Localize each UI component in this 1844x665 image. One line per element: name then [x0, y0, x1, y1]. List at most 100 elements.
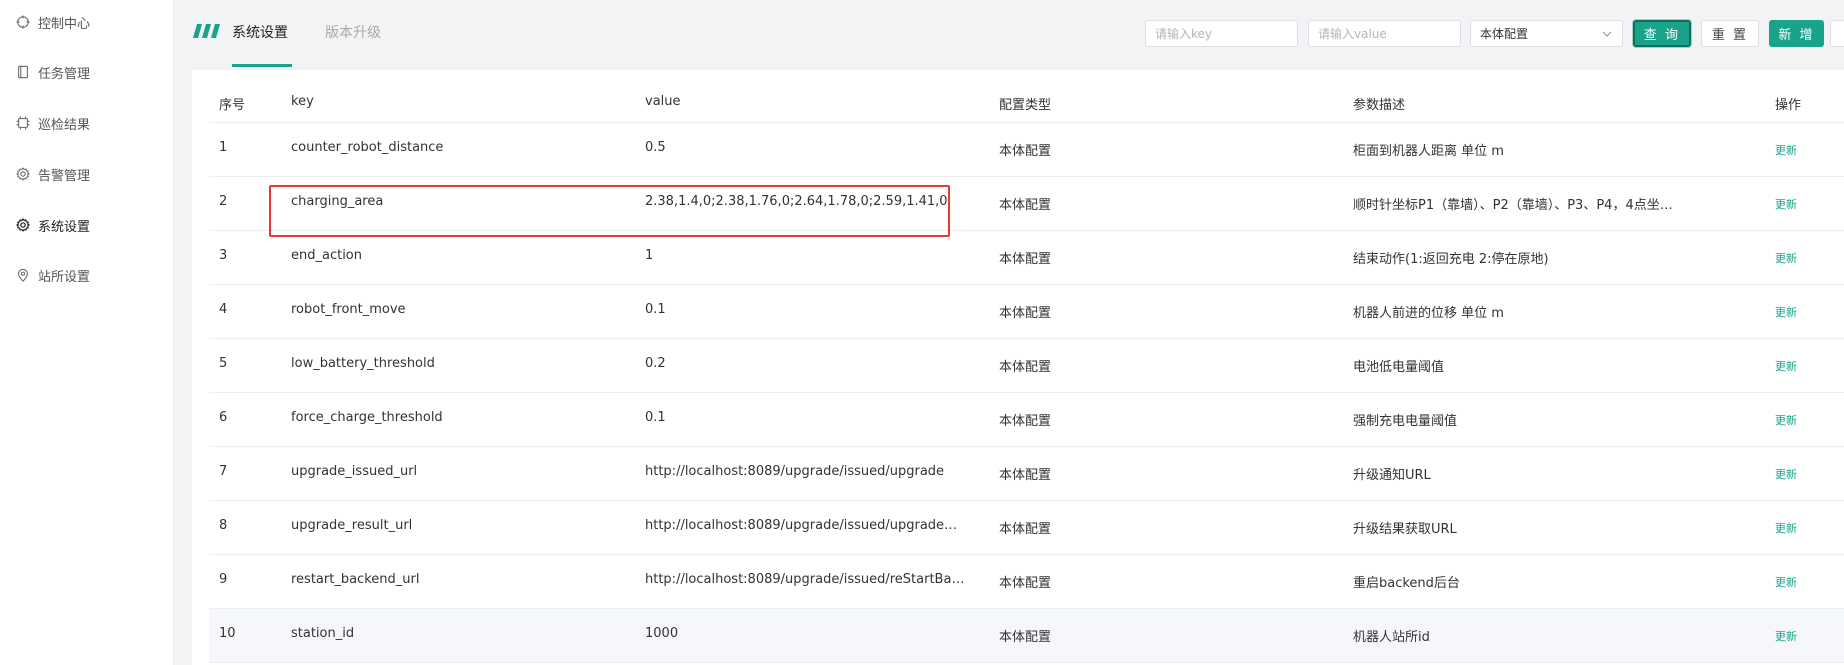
config-type-select[interactable]: 本体配置 [1470, 20, 1623, 47]
sidebar-item-task-management[interactable]: 任务管理 [15, 60, 90, 84]
sidebar-item-alarm-management[interactable]: 告警管理 [15, 162, 90, 186]
table-row[interactable]: 4 robot_front_move 0.1 本体配置 机器人前进的位移 单位 … [209, 285, 1844, 339]
column-header-key: key [291, 94, 314, 109]
more-button[interactable] [1830, 20, 1844, 47]
value-search-input[interactable] [1308, 20, 1461, 47]
cell-key: counter_robot_distance [291, 140, 444, 155]
cell-value: http://localhost:8089/upgrade/issued/upg… [645, 464, 945, 479]
cell-index: 8 [219, 518, 228, 533]
sidebar-item-label: 系统设置 [38, 219, 91, 235]
cell-key: low_battery_threshold [291, 356, 435, 371]
cell-key: charging_area [291, 194, 384, 209]
update-link[interactable]: 更新 [1775, 196, 1835, 212]
table-row[interactable]: 7 upgrade_issued_url http://localhost:80… [209, 447, 1844, 501]
cell-description: 升级结果获取URL [1353, 522, 1457, 537]
update-link[interactable]: 更新 [1775, 628, 1835, 644]
cell-key: robot_front_move [291, 302, 406, 317]
cell-key: restart_backend_url [291, 572, 420, 587]
add-button[interactable]: 新 增 [1769, 20, 1824, 47]
update-link[interactable]: 更新 [1775, 466, 1835, 482]
update-link[interactable]: 更新 [1775, 358, 1835, 374]
cell-description: 柜面到机器人距离 单位 m [1353, 144, 1504, 159]
table-row[interactable]: 5 low_battery_threshold 0.2 本体配置 电池低电量阈值… [209, 339, 1844, 393]
cell-key: force_charge_threshold [291, 410, 443, 425]
cell-key: upgrade_issued_url [291, 464, 418, 479]
table-row[interactable]: 3 end_action 1 本体配置 结束动作(1:返回充电 2:停在原地) … [209, 231, 1844, 285]
config-type-selected: 本体配置 [1480, 27, 1529, 41]
update-link[interactable]: 更新 [1775, 142, 1835, 158]
cell-description: 升级通知URL [1353, 468, 1431, 483]
cell-type: 本体配置 [999, 198, 1052, 213]
cell-value: 0.5 [645, 140, 666, 155]
cell-description: 电池低电量阈值 [1353, 360, 1445, 375]
cell-index: 7 [219, 464, 228, 479]
config-table-card: 序号 key value 配置类型 参数描述 操作 1 counter_robo… [192, 70, 1844, 665]
cell-index: 3 [219, 248, 228, 263]
query-button[interactable]: 查 询 [1633, 20, 1691, 47]
tab-version-upgrade[interactable]: 版本升级 [325, 22, 381, 46]
sidebar-item-inspection-results[interactable]: 巡检结果 [15, 111, 90, 135]
update-link[interactable]: 更新 [1775, 574, 1835, 590]
cell-index: 4 [219, 302, 228, 317]
table-header: 序号 key value 配置类型 参数描述 操作 [209, 84, 1844, 123]
cell-index: 2 [219, 194, 228, 209]
table-row[interactable]: 9 restart_backend_url http://localhost:8… [209, 555, 1844, 609]
active-tab-indicator [232, 64, 292, 67]
tab-system-settings[interactable]: 系统设置 [232, 22, 288, 46]
table-row[interactable]: 6 force_charge_threshold 0.1 本体配置 强制充电电量… [209, 393, 1844, 447]
cell-value: 1 [645, 248, 654, 263]
update-link[interactable]: 更新 [1775, 412, 1835, 428]
chevron-down-icon [1602, 31, 1612, 37]
cell-type: 本体配置 [999, 630, 1052, 645]
key-search-input[interactable] [1145, 20, 1298, 47]
cell-description: 机器人站所id [1353, 630, 1430, 645]
location-pin-icon [15, 267, 31, 283]
column-header-index: 序号 [219, 98, 246, 113]
cell-value: 1000 [645, 626, 679, 641]
main-content: 系统设置 版本升级 本体配置 查 询 重 置 新 增 序号 key value … [175, 0, 1844, 665]
cell-type: 本体配置 [999, 468, 1052, 483]
sidebar-item-station-settings[interactable]: 站所设置 [15, 263, 90, 287]
cell-type: 本体配置 [999, 414, 1052, 429]
cell-type: 本体配置 [999, 306, 1052, 321]
gear-icon [15, 166, 31, 182]
sidebar-item-system-settings[interactable]: 系统设置 [15, 213, 90, 237]
table-row[interactable]: 2 charging_area 2.38,1.4,0;2.38,1.76,0;2… [209, 177, 1844, 231]
column-header-description: 参数描述 [1353, 98, 1406, 113]
update-link[interactable]: 更新 [1775, 520, 1835, 536]
scan-icon [15, 115, 31, 131]
cell-index: 10 [219, 626, 236, 641]
cell-value: 2.38,1.4,0;2.38,1.76,0;2.64,1.78,0;2.59,… [645, 194, 948, 209]
cell-value: http://localhost:8089/upgrade/issued/reS… [645, 572, 965, 587]
cell-key: station_id [291, 626, 355, 641]
sidebar-item-label: 巡检结果 [38, 117, 91, 133]
top-bar: 系统设置 版本升级 本体配置 查 询 重 置 新 增 [175, 0, 1844, 70]
table-row[interactable]: 8 upgrade_result_url http://localhost:80… [209, 501, 1844, 555]
logo-stripes-icon [193, 24, 220, 38]
cell-type: 本体配置 [999, 252, 1052, 267]
table-row[interactable]: 1 counter_robot_distance 0.5 本体配置 柜面到机器人… [209, 123, 1844, 177]
cell-index: 5 [219, 356, 228, 371]
table-row[interactable]: 10 station_id 1000 本体配置 机器人站所id 更新 [209, 609, 1844, 663]
column-header-type: 配置类型 [999, 98, 1052, 113]
sidebar-item-label: 告警管理 [38, 168, 91, 184]
reset-button[interactable]: 重 置 [1701, 20, 1759, 47]
sidebar-item-control-center[interactable]: 控制中心 [15, 10, 90, 34]
cell-description: 顺时针坐标P1（靠墙）、P2（靠墙）、P3、P4，4点坐标… [1353, 198, 1683, 213]
sidebar-item-label: 控制中心 [38, 16, 91, 32]
cell-index: 6 [219, 410, 228, 425]
cell-description: 机器人前进的位移 单位 m [1353, 306, 1504, 321]
update-link[interactable]: 更新 [1775, 250, 1835, 266]
cell-value: 0.2 [645, 356, 666, 371]
cell-type: 本体配置 [999, 522, 1052, 537]
cell-value: 0.1 [645, 302, 666, 317]
cell-key: upgrade_result_url [291, 518, 413, 533]
sidebar-item-label: 任务管理 [38, 66, 91, 82]
cell-description: 强制充电电量阈值 [1353, 414, 1458, 429]
update-link[interactable]: 更新 [1775, 304, 1835, 320]
cell-value: http://localhost:8089/upgrade/issued/upg… [645, 518, 965, 533]
cell-type: 本体配置 [999, 144, 1052, 159]
cell-description: 结束动作(1:返回充电 2:停在原地) [1353, 252, 1549, 267]
cell-index: 1 [219, 140, 228, 155]
crosshair-icon [15, 14, 31, 30]
